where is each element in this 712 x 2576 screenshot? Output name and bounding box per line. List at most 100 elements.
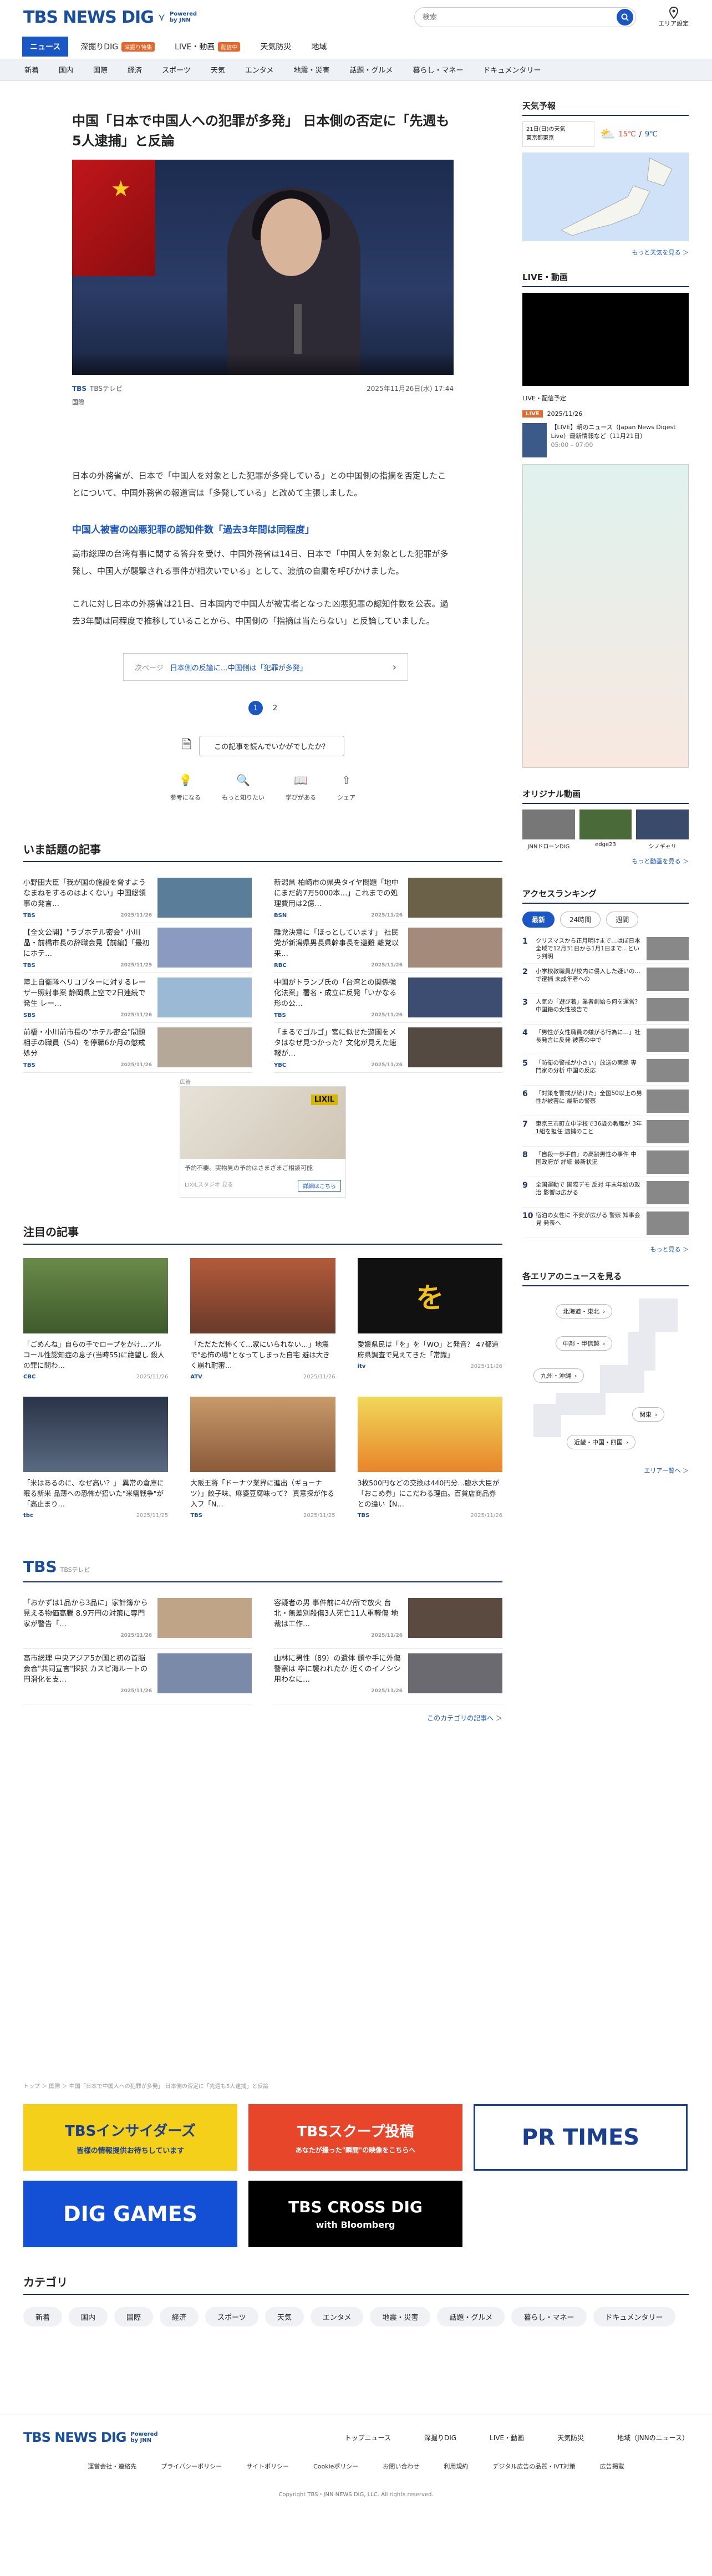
featured-card[interactable]: 大阪王将「ドーナツ業界に進出（ギョーナツ）」餃子味、麻婆豆腐味って？ 真意探が作…	[190, 1397, 335, 1519]
footer-sublink[interactable]: プライバシーポリシー	[161, 2462, 222, 2471]
nav2-domestic[interactable]: 国内	[59, 64, 73, 75]
list-item[interactable]: 小野田大臣「我が国の施設を脅すようなまねをするのはよくない」中国総領事の発言… T…	[23, 873, 252, 923]
weather-widget[interactable]: 21日(日)の天気 東京都東京 ⛅ 15℃/9℃	[522, 121, 689, 147]
footer-sublink[interactable]: 利用規約	[444, 2462, 468, 2471]
orig-video-card[interactable]: JNNドローンDIG	[522, 810, 575, 850]
list-item[interactable]: 新潟県 柏崎市の県央タイヤ問題「地中にまだ約7万5000本…」これまでの処理費用…	[274, 873, 502, 923]
search-button[interactable]	[617, 9, 633, 26]
nav-weather[interactable]: 天気防災	[252, 37, 299, 57]
reaction-learn[interactable]: 📖 学びがある	[286, 772, 316, 802]
list-item[interactable]: 「まるでゴルゴ」宮に似せた遊園をメタはなぜ見つかった？文化が見えた速報が… YBC…	[274, 1023, 502, 1073]
nav2-weather[interactable]: 天気	[211, 64, 225, 75]
list-item[interactable]: 中国がトランプ氏の「台湾との関係強化法案」署名・成立に反発「いかなる形の公… TB…	[274, 973, 502, 1023]
area-kanto[interactable]: 関東 ›	[632, 1407, 665, 1422]
nav2-economy[interactable]: 経済	[128, 64, 142, 75]
category-chip[interactable]: 国際	[114, 2307, 154, 2326]
list-item[interactable]: 山林に男性（89）の遺体 頭や手に外傷 警察は 卒に襲われたか 近くのイノシシ用…	[274, 1649, 502, 1704]
category-chip[interactable]: ドキュメンタリー	[593, 2307, 675, 2326]
category-chip[interactable]: エンタメ	[310, 2307, 364, 2326]
ad-cta-button[interactable]: 詳細はこちら	[298, 1180, 341, 1192]
nav2-international[interactable]: 国際	[93, 64, 108, 75]
area-hokkaido-tohoku[interactable]: 北海道・東北 ›	[556, 1304, 613, 1318]
footer-link[interactable]: 深掘りDIG	[424, 2433, 456, 2442]
nav2-documentary[interactable]: ドキュメンタリー	[484, 64, 541, 75]
rank-item[interactable]: 6 「対策を警戒が続けた」全国50以上の男性が被害に 最新の警察	[522, 1086, 689, 1116]
featured-card[interactable]: 「ただただ怖くて…家にいられない…」地震で"恐怖の場"となってしまった自宅 避は…	[190, 1258, 335, 1380]
banner-cross-dig[interactable]: TBS CROSS DIG with Bloomberg	[248, 2181, 462, 2247]
ad-banner[interactable]: LIXIL 予約不要。実物見の予約はさまざまご相談可能 LIXILスタジオ 見る…	[180, 1086, 346, 1198]
category-chip[interactable]: 経済	[160, 2307, 199, 2326]
reaction-helpful[interactable]: 💡 参考になる	[170, 772, 201, 802]
footer-link[interactable]: LIVE・動画	[490, 2433, 524, 2442]
category-chip[interactable]: 話題・グルメ	[437, 2307, 505, 2326]
nav-region[interactable]: 地域	[303, 37, 334, 57]
category-chip[interactable]: 新着	[23, 2307, 63, 2326]
area-chubu[interactable]: 中部・甲信越 ›	[556, 1336, 613, 1351]
list-item[interactable]: 離党決意に「ほっとしています」 社民党が新潟県男長県幹事長を避難 離党以来… RB…	[274, 923, 502, 973]
rank-item[interactable]: 9 全国運動で 国際デモ 反対 年末年始の政治 影響は広がる	[522, 1177, 689, 1208]
share-button[interactable]: ⇧ シェア	[337, 772, 355, 802]
list-item[interactable]: 陸上自衛隊ヘリコプターに対するレーザー照射事案 静岡県上空で2日連続で発生 レー…	[23, 973, 252, 1023]
area-kyushu-okinawa[interactable]: 九州・沖縄 ›	[533, 1368, 584, 1383]
footer-sublink[interactable]: お問い合わせ	[383, 2462, 419, 2471]
list-item[interactable]: 前橋・小川前市長の"ホテル密会"問題 相手の職員（54）を停職6か月の懲戒処分 T…	[23, 1023, 252, 1073]
footer-sublink[interactable]: サイトポリシー	[246, 2462, 289, 2471]
list-item[interactable]: 【全文公開】"ラブホテル密会" 小川晶・前橋市長の辞職会見【前編】「最初にホテ……	[23, 923, 252, 973]
weather-map[interactable]	[522, 152, 689, 241]
footer-sublink[interactable]: 広告掲載	[600, 2462, 624, 2471]
featured-card[interactable]: 「米はあるのに、なぜ高い？」 異常の倉庫に眠る新米 品薄への恐怖が招いた"米需戦…	[23, 1397, 169, 1519]
rank-tab-latest[interactable]: 最新	[522, 912, 555, 928]
list-item[interactable]: 容疑者の男 事件前に4か所で放火 台北・無差別殺傷3人死亡11人重軽傷 地裁は工…	[274, 1594, 502, 1649]
footer-link[interactable]: 天気防災	[557, 2433, 584, 2442]
nav2-new[interactable]: 新着	[24, 64, 39, 75]
rank-item[interactable]: 1 クリスマスから正月明けまで…はぼ日本全域で12月31日から1月1日まで…という…	[522, 933, 689, 964]
footer-sublink[interactable]: 運営会社・連絡先	[88, 2462, 136, 2471]
site-logo[interactable]: TBS NEWS DIG ⋎ Powered by JNN	[23, 8, 203, 27]
featured-card[interactable]: 3枚500円などの交換は440円分…臨水大臣が「おこめ券」にこだわる理由。百貨店…	[357, 1397, 502, 1519]
nav2-disaster[interactable]: 地震・災害	[293, 64, 329, 75]
ranking-more-link[interactable]: もっと見る ＞	[522, 1245, 689, 1254]
nav-live[interactable]: LIVE・動画 配信中	[167, 37, 248, 57]
category-chip[interactable]: 地震・災害	[370, 2307, 431, 2326]
list-item[interactable]: 高市総理 中央アジア5か国と初の首脳会合"共同宣言"採択 カスピ海ルートの円滑化…	[23, 1649, 252, 1704]
banner-scoop[interactable]: TBSスクープ投稿 あなたが撮った"瞬間"の映像をこちらへ	[248, 2104, 462, 2171]
nav2-sports[interactable]: スポーツ	[162, 64, 191, 75]
footer-logo[interactable]: TBS NEWS DIG Powered by JNN	[23, 2430, 164, 2445]
footer-sublink[interactable]: デジタル広告の品質・IVT対策	[492, 2462, 575, 2471]
rank-tab-weekly[interactable]: 週間	[606, 912, 639, 928]
orig-more-link[interactable]: もっと動画を見る ＞	[522, 857, 689, 866]
page-1[interactable]: 1	[248, 701, 263, 715]
featured-card[interactable]: 「ごめんね」自らの手でロープをかけ…アルコール性認知症の息子(当時55)に絶望し…	[23, 1258, 169, 1380]
footer-sublink[interactable]: Cookieポリシー	[313, 2462, 358, 2471]
nav-dig[interactable]: 深掘りDIG 深掘り特集	[73, 37, 162, 57]
banner-prtimes[interactable]: PR TIMES	[474, 2104, 688, 2171]
rank-item[interactable]: 3 人気の「遊び着」業者創始ら何を運営？ 中国籍の女性被告で	[522, 994, 689, 1025]
nav2-life[interactable]: 暮らし・マネー	[413, 64, 463, 75]
feedback-button[interactable]: この記事を読んでいかがでしたか？	[199, 735, 344, 756]
footer-link[interactable]: 地域（JNNのニュース）	[617, 2433, 689, 2442]
search-input[interactable]	[423, 13, 617, 22]
breadcrumb[interactable]: トップ ＞ 国際 ＞ 中国「日本で中国人への犯罪が多発」 日本側の否定に「先週も…	[23, 2081, 268, 2090]
rank-item[interactable]: 10 宿泊の女性に 不安が広がる 警察 知事会見 発表へ	[522, 1208, 689, 1238]
nav2-entertainment[interactable]: エンタメ	[245, 64, 274, 75]
category-chip[interactable]: 国内	[69, 2307, 108, 2326]
category-more-link[interactable]: このカテゴリの記事へ ＞	[23, 1713, 502, 1723]
category-chip[interactable]: 天気	[265, 2307, 304, 2326]
article-category-tag[interactable]: 国際	[72, 398, 454, 406]
banner-dig-games[interactable]: DIG GAMES	[23, 2181, 237, 2247]
live-card[interactable]: 【LIVE】朝のニュース（Japan News Digest Live）最新情報…	[522, 423, 689, 457]
area-more-link[interactable]: エリア一覧へ ＞	[522, 1466, 689, 1475]
rank-item[interactable]: 8 「自殺一歩手前」の高齢男性の事件 中国政府が 詳細 最新状況	[522, 1147, 689, 1177]
category-chip[interactable]: スポーツ	[205, 2307, 258, 2326]
page-2[interactable]: 2	[273, 704, 277, 712]
nav2-gourmet[interactable]: 話題・グルメ	[349, 64, 393, 75]
rank-item[interactable]: 4 「男性が女性職員の嫌がる行為に…」社長発言に反発 被害の中で	[522, 1025, 689, 1055]
next-page-link[interactable]: 次ページ 日本側の反論に…中国側は「犯罪が多発」 ›	[123, 653, 408, 681]
rank-item[interactable]: 5 「防衛の警戒が小さい」放送の実態 専門家の分析 中国の反応	[522, 1055, 689, 1086]
orig-video-card[interactable]: edge23	[579, 810, 632, 850]
featured-card[interactable]: を愛媛県民は「を」を「WO」と発音？ 47都道府県調査で見えてきた「常識」 itv…	[357, 1258, 502, 1380]
sidebar-ad[interactable]	[522, 464, 689, 768]
rank-item[interactable]: 7 東京三市町立中学校で36歳の教職が 3年1組を担任 逮捕のこと	[522, 1116, 689, 1147]
weather-more-link[interactable]: もっと天気を見る ＞	[522, 248, 689, 257]
category-chip[interactable]: 暮らし・マネー	[511, 2307, 587, 2326]
